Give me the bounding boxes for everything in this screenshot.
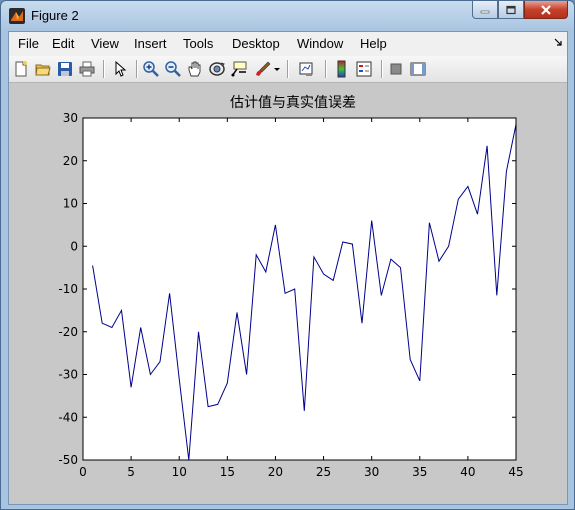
toolbar-separator: [136, 60, 138, 78]
zoom-in-icon[interactable]: [142, 60, 160, 78]
legend-icon[interactable]: [355, 60, 373, 78]
matlab-figure-icon: [9, 8, 25, 24]
print-icon[interactable]: [78, 60, 96, 78]
x-tick-label: 25: [316, 465, 331, 479]
menu-help[interactable]: Help: [360, 36, 387, 51]
y-tick-label: 10: [63, 197, 78, 211]
hide-plot-tools-icon[interactable]: [387, 60, 405, 78]
minimize-button[interactable]: [472, 1, 498, 19]
pointer-icon[interactable]: [111, 60, 129, 78]
data-cursor-icon[interactable]: [230, 60, 248, 78]
minimize-icon: [480, 10, 490, 13]
y-tick-label: 20: [63, 154, 78, 168]
x-tick-label: 0: [79, 465, 87, 479]
y-tick-label: -30: [58, 368, 78, 382]
show-plot-tools-icon[interactable]: [409, 60, 427, 78]
chart-title: 估计值与真实值误差: [230, 95, 356, 111]
figure-canvas: 估计值与真实值误差 0 5 10 15 20 25 30 35 40 45 -50 -40 -30 -20…: [9, 83, 567, 504]
y-tick-label: 30: [63, 111, 78, 125]
x-tick-label: 20: [268, 465, 283, 479]
x-tick-label: 45: [508, 465, 523, 479]
figure-window: Figure 2 File Edit View Insert Tools Des…: [0, 0, 575, 510]
menu-view[interactable]: View: [91, 36, 119, 51]
dock-arrow-icon[interactable]: [553, 37, 563, 47]
y-tick-label: 0: [70, 239, 78, 253]
x-tick-label: 40: [460, 465, 475, 479]
brush-icon[interactable]: [254, 60, 272, 78]
plot-svg: 估计值与真实值误差 0 5 10 15 20 25 30 35 40 45 -50 -40 -30 -20…: [58, 95, 523, 479]
toolbar-separator: [103, 60, 105, 78]
rotate-3d-icon[interactable]: [208, 60, 226, 78]
x-tick-label: 35: [412, 465, 427, 479]
menu-tools[interactable]: Tools: [183, 36, 213, 51]
menu-desktop[interactable]: Desktop: [232, 36, 280, 51]
menu-insert[interactable]: Insert: [134, 36, 167, 51]
window-title: Figure 2: [31, 8, 79, 23]
y-tick-label: -50: [58, 453, 78, 467]
new-figure-icon[interactable]: [12, 60, 30, 78]
figure-toolbar: [9, 56, 567, 83]
x-tick-label: 15: [220, 465, 235, 479]
save-icon[interactable]: [56, 60, 74, 78]
x-tick-label: 30: [364, 465, 379, 479]
y-tick-label: -40: [58, 410, 78, 424]
close-button[interactable]: [524, 1, 568, 19]
window-controls: [472, 1, 568, 21]
x-tick-label: 10: [172, 465, 187, 479]
menu-bar: File Edit View Insert Tools Desktop Wind…: [9, 32, 567, 56]
figure-client-area: File Edit View Insert Tools Desktop Wind…: [8, 31, 568, 505]
maximize-icon: [506, 5, 516, 14]
brush-dropdown-icon[interactable]: [273, 60, 281, 78]
toolbar-separator: [381, 60, 383, 78]
menu-window[interactable]: Window: [297, 36, 343, 51]
axes-background: [83, 118, 516, 460]
menu-file[interactable]: File: [18, 36, 39, 51]
link-plot-icon[interactable]: [298, 60, 316, 78]
menu-edit[interactable]: Edit: [52, 36, 74, 51]
open-file-icon[interactable]: [34, 60, 52, 78]
y-tick-label: -10: [58, 282, 78, 296]
y-tick-label: -20: [58, 325, 78, 339]
x-tick-label: 5: [127, 465, 135, 479]
maximize-button[interactable]: [498, 1, 524, 19]
colorbar-icon[interactable]: [333, 60, 351, 78]
title-bar[interactable]: Figure 2: [1, 1, 574, 31]
pan-icon[interactable]: [186, 60, 204, 78]
close-icon: [541, 4, 551, 15]
zoom-out-icon[interactable]: [164, 60, 182, 78]
toolbar-separator: [325, 60, 327, 78]
toolbar-separator: [287, 60, 289, 78]
